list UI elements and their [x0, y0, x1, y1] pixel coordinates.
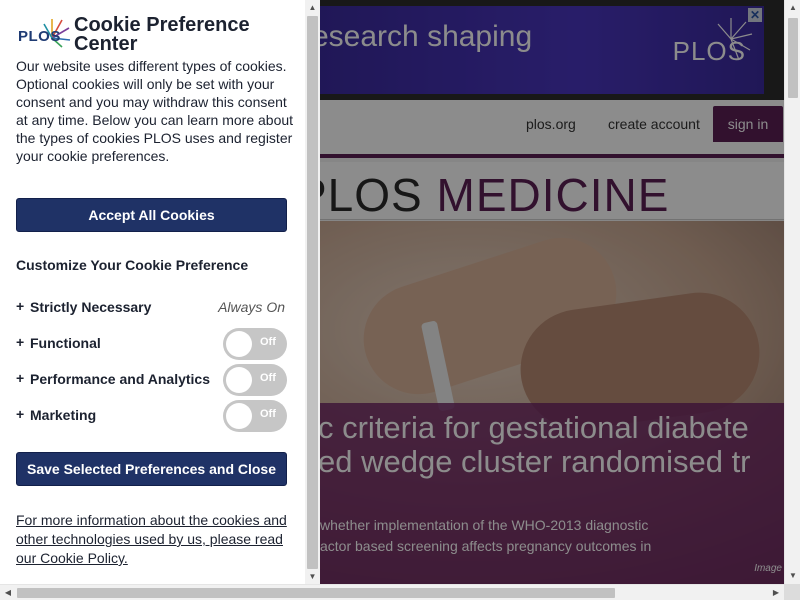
cookie-preference-panel: PLOS Cookie Preference Center Our websit…: [0, 0, 320, 584]
category-strictly-necessary[interactable]: + Strictly Necessary Always On: [16, 292, 287, 322]
plos-logo: PLOS: [16, 16, 72, 54]
category-functional[interactable]: + Functional Off: [16, 328, 287, 360]
scroll-up-arrow-icon[interactable]: ▲: [305, 0, 320, 15]
cookie-panel-scroll-thumb[interactable]: [307, 16, 318, 569]
scroll-up-arrow-icon[interactable]: ▲: [785, 0, 800, 16]
category-performance-analytics[interactable]: + Performance and Analytics Off: [16, 364, 287, 396]
category-label[interactable]: Strictly Necessary: [30, 299, 151, 315]
toggle-state-label: Off: [260, 408, 276, 420]
scroll-down-arrow-icon[interactable]: ▼: [305, 569, 320, 584]
always-on-status: Always On: [218, 299, 285, 315]
expand-plus-icon[interactable]: +: [16, 334, 24, 350]
toggle-knob: [226, 367, 252, 393]
expand-plus-icon[interactable]: +: [16, 298, 24, 314]
toggle-knob: [226, 403, 252, 429]
scroll-left-arrow-icon[interactable]: ◀: [0, 585, 16, 600]
functional-toggle[interactable]: Off: [223, 328, 287, 360]
customize-preference-heading: Customize Your Cookie Preference: [16, 257, 249, 273]
accept-all-cookies-button[interactable]: Accept All Cookies: [16, 198, 287, 232]
plos-logo-text: PLOS: [18, 28, 61, 45]
category-label[interactable]: Performance and Analytics: [30, 371, 210, 387]
scrollbar-corner: [784, 584, 800, 600]
cookie-panel-description: Our website uses different types of cook…: [16, 58, 294, 164]
toggle-knob: [226, 331, 252, 357]
save-preferences-button[interactable]: Save Selected Preferences and Close: [16, 452, 287, 486]
expand-plus-icon[interactable]: +: [16, 370, 24, 386]
marketing-toggle[interactable]: Off: [223, 400, 287, 432]
scroll-down-arrow-icon[interactable]: ▼: [785, 568, 800, 584]
cookie-panel-title: Cookie Preference Center: [74, 14, 250, 55]
cookie-policy-link[interactable]: For more information about the cookies a…: [16, 511, 296, 568]
page-vertical-scroll-thumb[interactable]: [788, 18, 798, 98]
cookie-panel-scrollbar[interactable]: ▲ ▼: [305, 0, 320, 584]
category-marketing[interactable]: + Marketing Off: [16, 400, 287, 432]
page-horizontal-scroll-thumb[interactable]: [17, 588, 615, 598]
performance-analytics-toggle[interactable]: Off: [223, 364, 287, 396]
category-label[interactable]: Marketing: [30, 407, 96, 423]
scroll-right-arrow-icon[interactable]: ▶: [768, 585, 784, 600]
page-horizontal-scrollbar[interactable]: ◀ ▶: [0, 584, 784, 600]
page-vertical-scrollbar[interactable]: ▲ ▼: [784, 0, 800, 584]
toggle-state-label: Off: [260, 336, 276, 348]
category-label[interactable]: Functional: [30, 335, 101, 351]
expand-plus-icon[interactable]: +: [16, 406, 24, 422]
toggle-state-label: Off: [260, 372, 276, 384]
